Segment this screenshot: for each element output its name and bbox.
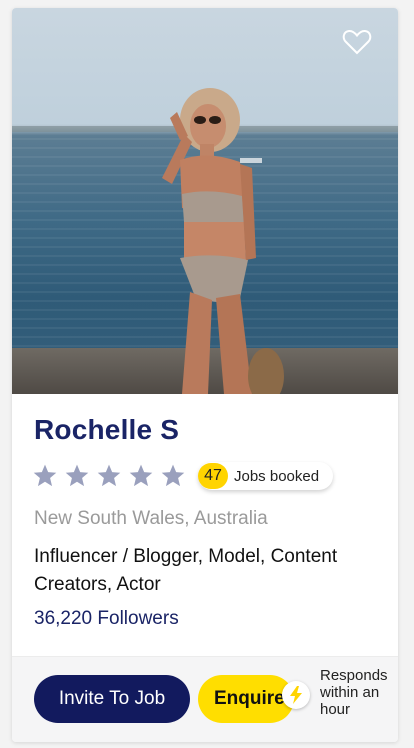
enquire-button[interactable]: Enquire: [198, 675, 294, 723]
favorite-button[interactable]: [342, 28, 372, 56]
jobs-booked-label: Jobs booked: [234, 467, 320, 485]
star-icon: [97, 464, 121, 487]
star-icon: [33, 464, 57, 487]
photo-subject: [162, 88, 284, 394]
star-icon: [161, 464, 185, 487]
talent-categories: Influencer / Blogger, Model, Content Cre…: [34, 546, 338, 595]
follower-count: 36,220 Followers: [34, 608, 179, 629]
response-time-text: Responds within an hour: [320, 667, 388, 718]
star-icon: [65, 464, 89, 487]
lightning-bolt-icon: [290, 686, 302, 704]
jobs-booked-badge: 47 Jobs booked: [198, 462, 334, 490]
fast-response-badge: [282, 681, 310, 709]
heart-outline-icon: [342, 29, 372, 55]
rating-stars: [32, 463, 186, 489]
card-actions: Invite To Job Enquire Responds within an…: [12, 656, 398, 742]
star-icon: [129, 464, 153, 487]
profile-photo[interactable]: [12, 8, 398, 394]
talent-location: New South Wales, Australia: [34, 508, 268, 529]
talent-name[interactable]: Rochelle S: [34, 414, 179, 446]
talent-card[interactable]: Rochelle S 47 Jobs booked New South Wale…: [12, 8, 398, 742]
invite-to-job-button[interactable]: Invite To Job: [34, 675, 190, 723]
jobs-booked-count: 47: [198, 463, 228, 489]
